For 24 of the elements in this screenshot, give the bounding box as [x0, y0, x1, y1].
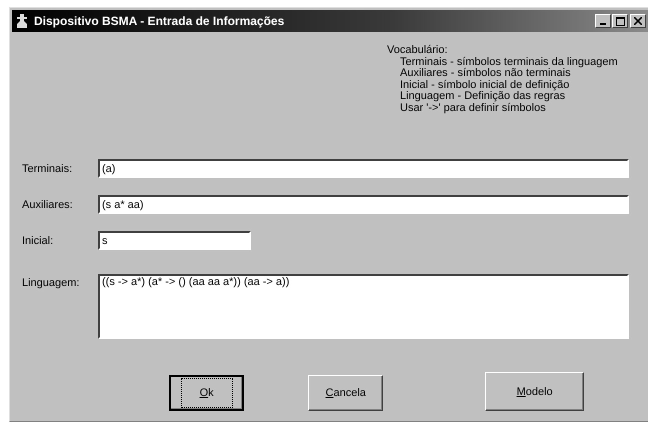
field-label: Terminais:	[22, 162, 74, 174]
vocabulary-line: Auxiliares - símbolos não terminais	[399, 68, 571, 80]
input-field[interactable]: (s a* aa)	[98, 195, 629, 214]
window-title: Dispositivo BSMA - Entrada de Informações	[34, 14, 286, 28]
vocabulary-line: Terminais - símbolos terminais da linguagem	[399, 56, 619, 68]
close-icon	[634, 17, 642, 25]
field-label: Linguagem:	[22, 277, 80, 289]
vocabulary-line: Linguagem - Definição das regras	[399, 91, 566, 102]
app-icon	[16, 14, 28, 28]
vocabulary-line: Inicial - símbolo inicial de definição	[399, 80, 570, 91]
vocabulary-heading: Vocabulário:	[387, 45, 449, 56]
dialog-button[interactable]: Cancela	[308, 375, 384, 411]
input-field[interactable]: s	[98, 231, 251, 250]
dialog-button[interactable]: Ok	[169, 375, 244, 411]
dialog-button[interactable]: Modelo	[485, 372, 584, 411]
field-label: Inicial:	[22, 234, 54, 246]
maximize-button[interactable]	[612, 14, 628, 28]
close-button[interactable]	[630, 14, 646, 28]
field-label: Auxiliares:	[22, 198, 74, 210]
input-field[interactable]: (a)	[98, 159, 629, 178]
vocabulary-line: Usar '->' para definir símbolos	[399, 102, 547, 114]
text-area[interactable]: ((s -> a*) (a* -> () (aa aa a*)) (aa -> a))	[98, 274, 629, 339]
maximize-icon	[616, 16, 624, 26]
minimize-button[interactable]	[595, 14, 611, 28]
